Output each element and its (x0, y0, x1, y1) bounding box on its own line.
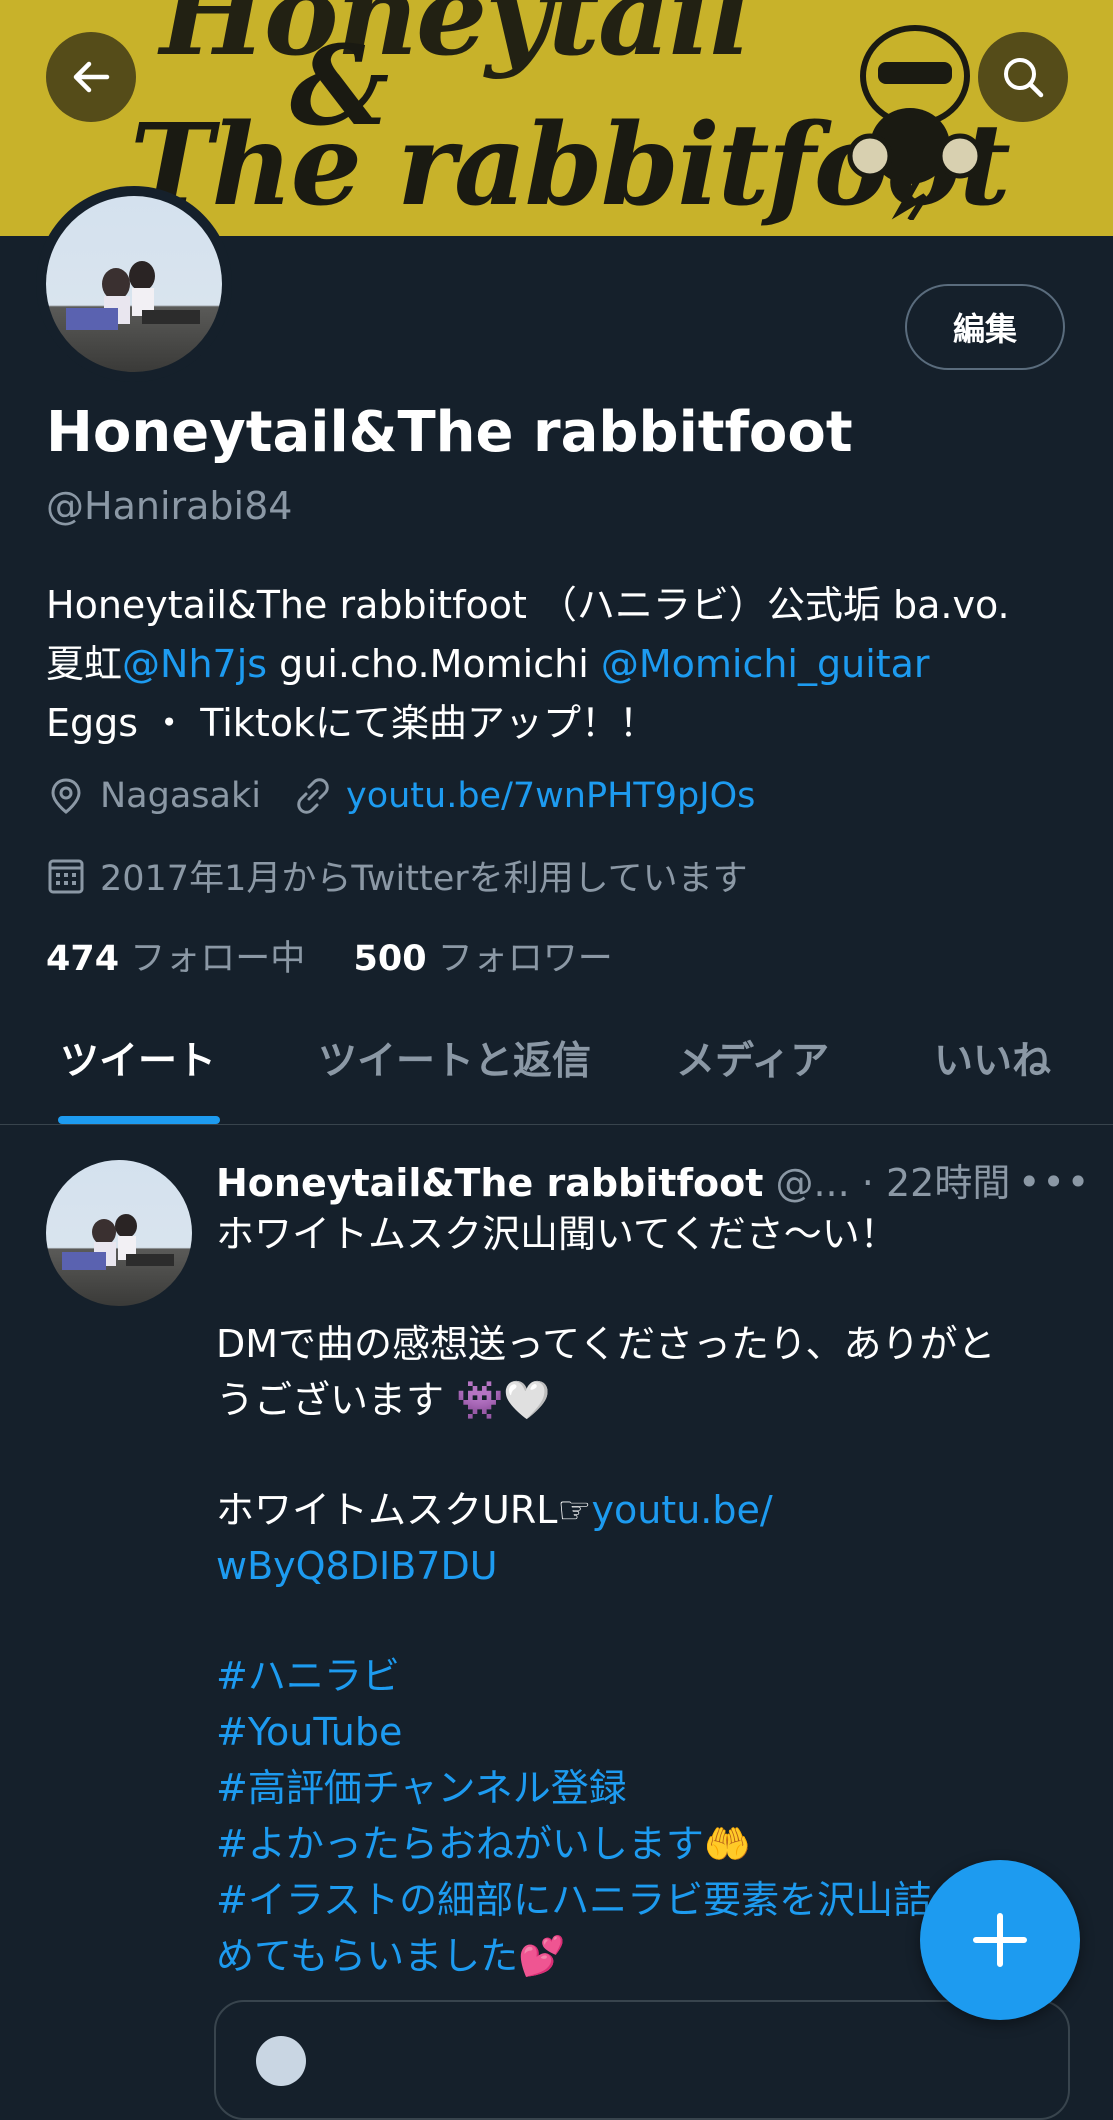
compose-tweet-button[interactable] (920, 1860, 1080, 2020)
tab-media[interactable]: メディア (676, 1030, 829, 1086)
bio-mention-link[interactable]: @Momichi_guitar (601, 642, 930, 686)
tweet-separator: · (849, 1161, 886, 1205)
search-icon (1004, 58, 1044, 98)
tweet-text-segment: ホワイトムスクURL☞ (216, 1488, 592, 1532)
followers-count: 500 (353, 939, 427, 979)
location-text: Nagasaki (100, 776, 261, 816)
hashtag-link[interactable]: #YouTube (216, 1704, 1066, 1760)
following-stat[interactable]: 474 フォロー中 (46, 939, 305, 979)
back-button[interactable] (46, 32, 136, 122)
followers-label: フォロワー (437, 939, 613, 979)
link-icon (297, 778, 329, 814)
tweet-author-handle[interactable]: @... (775, 1161, 849, 1205)
calendar-icon (48, 859, 84, 893)
tweet-line: ホワイトムスクURL☞youtu.be/ (216, 1482, 1066, 1538)
banner-artwork: Honeytail & The rabbitfoot (120, 0, 1011, 240)
card-avatar (256, 2036, 306, 2086)
active-tab-indicator (58, 1116, 220, 1124)
tweet-timestamp[interactable]: 22時間 (886, 1161, 1010, 1205)
tweet-author-name[interactable]: Honeytail&The rabbitfoot (216, 1161, 763, 1205)
hashtag-link[interactable]: #ハニラビ (216, 1648, 1066, 1704)
profile-website[interactable]: youtu.be/7wnPHT9pJOs (292, 776, 755, 816)
tabs-divider (0, 1124, 1113, 1125)
profile-tabs: ツイート ツイートと返信 メディア いいね (0, 1000, 1113, 1124)
search-button[interactable] (978, 32, 1068, 122)
profile-handle: @Hanirabi84 (46, 484, 293, 528)
avatar-photo (46, 196, 222, 372)
avatar-figures (66, 261, 200, 330)
location-pin-icon (51, 778, 81, 814)
profile-avatar[interactable] (36, 186, 232, 382)
arrow-left-icon (73, 61, 110, 93)
plus-icon (973, 1913, 1027, 1967)
bio-text: gui.cho.Momichi (267, 642, 601, 686)
bio-line: Eggs ・ Tiktokにて楽曲アップ！！ (46, 701, 657, 745)
tweet-text: ホワイトムスク沢山聞いてくださ〜い！ DMで曲の感想送ってくださったり、ありがと… (216, 1206, 1066, 1984)
tweet-line: うございます 👾🤍 (216, 1378, 551, 1422)
hashtag-link[interactable]: #高評価チャンネル登録 (216, 1760, 1066, 1816)
follow-stats: 474 フォロー中 500 フォロワー (46, 930, 613, 981)
tweet-line: DMで曲の感想送ってくださったり、ありがと (216, 1322, 996, 1366)
profile-join-date: 2017年1月からTwitterを利用しています (46, 850, 748, 901)
profile-location: Nagasaki (46, 776, 261, 816)
tweet-embedded-card[interactable] (214, 2000, 1070, 2120)
tab-likes[interactable]: いいね (934, 1030, 1051, 1086)
tab-tweets[interactable]: ツイート (60, 1030, 216, 1086)
following-label: フォロー中 (130, 939, 306, 979)
followers-stat[interactable]: 500 フォロワー (354, 939, 613, 979)
hashtag-link[interactable]: #よかったらおねがいします🤲 (216, 1816, 1066, 1872)
profile-bio: Honeytail&The rabbitfoot （ハニラビ）公式垢 ba.vo… (46, 576, 1076, 753)
banner-character-illustration (847, 25, 983, 220)
tweet-url-link[interactable]: youtu.be/ (591, 1488, 772, 1532)
bio-mention-link[interactable]: @Nh7js (122, 642, 267, 686)
avatar-figures (62, 1214, 174, 1270)
tweet-author-avatar[interactable] (46, 1160, 192, 1306)
join-date-text: 2017年1月からTwitterを利用しています (100, 859, 748, 899)
tab-tweets-and-replies[interactable]: ツイートと返信 (318, 1030, 591, 1086)
profile-display-name: Honeytail&The rabbitfoot (46, 400, 853, 465)
more-options-icon[interactable]: ••• (1018, 1160, 1091, 1204)
tweet-url-link[interactable]: wByQ8DIB7DU (216, 1538, 1066, 1594)
bio-text: 夏虹 (46, 642, 123, 686)
following-count: 474 (46, 939, 120, 979)
bio-line: Honeytail&The rabbitfoot （ハニラビ）公式垢 ba.vo… (46, 583, 1010, 627)
tweet-header: Honeytail&The rabbitfoot @... · 22時間 (216, 1152, 1010, 1207)
tweet-line: ホワイトムスク沢山聞いてくださ〜い！ (216, 1212, 898, 1256)
website-link[interactable]: youtu.be/7wnPHT9pJOs (346, 776, 755, 816)
edit-profile-button[interactable]: 編集 (905, 284, 1065, 370)
banner-line1: Honeytail (160, 0, 752, 81)
bio-line: 夏虹@Nh7js gui.cho.Momichi @Momichi_guitar (46, 635, 1076, 694)
